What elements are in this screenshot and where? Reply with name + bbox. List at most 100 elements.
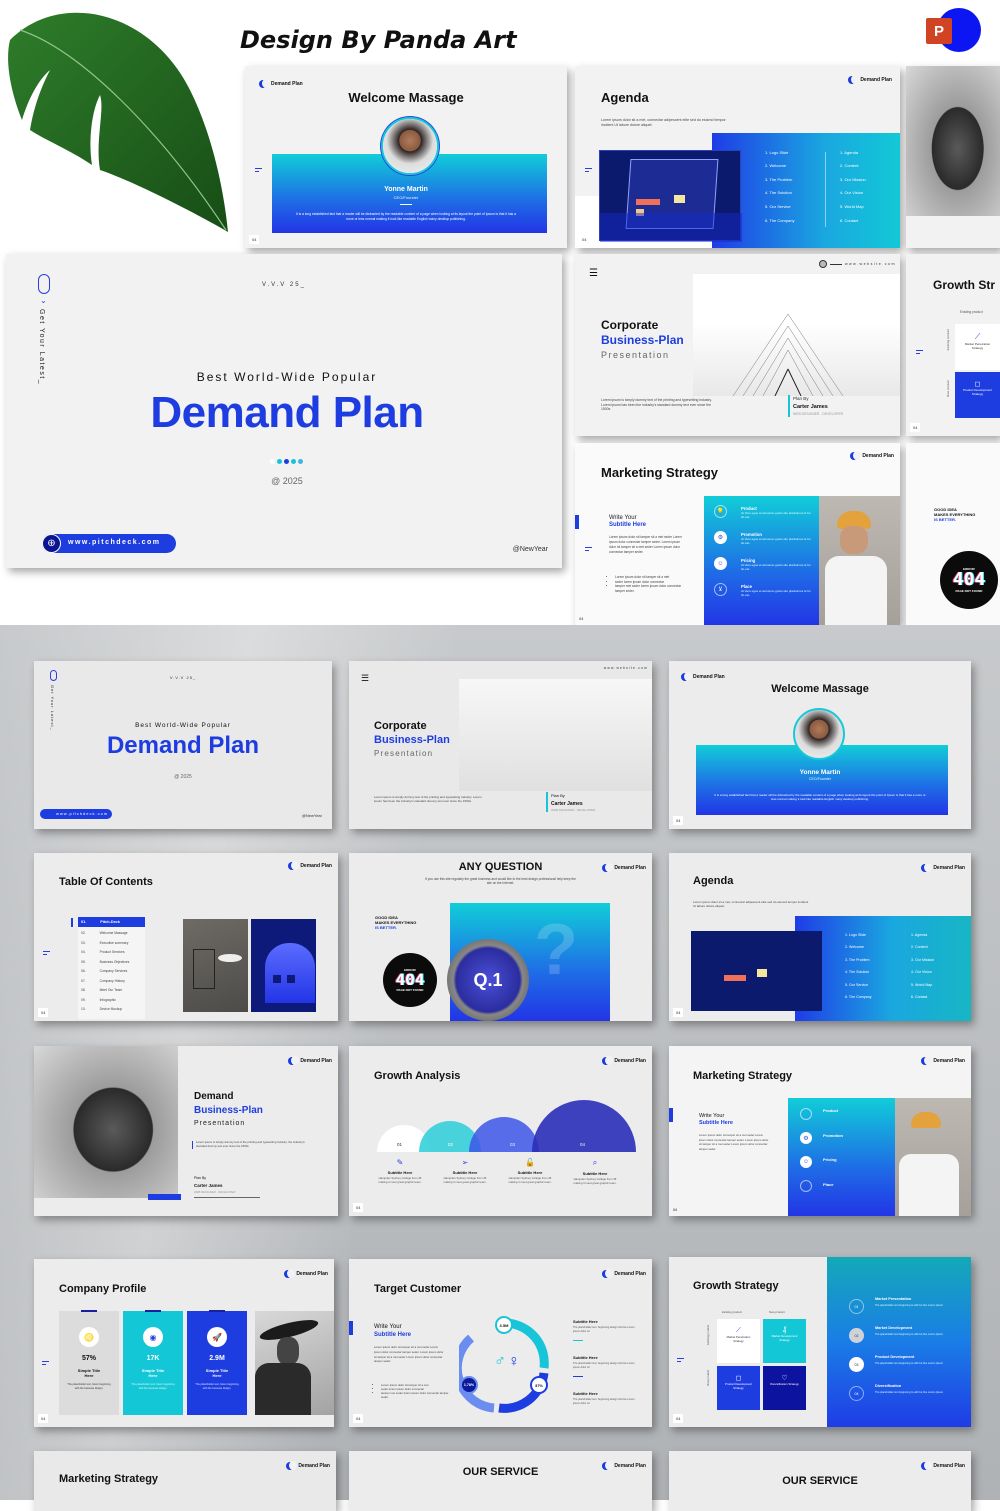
slide-question[interactable]: Demand Plan ANY QUESTION If you use this… — [349, 853, 652, 1021]
author-name: Carter James — [793, 404, 828, 410]
cover-handle: @NewYear — [512, 546, 548, 553]
brand-logo: Demand Plan — [288, 861, 332, 870]
agenda-item[interactable]: 2. Content — [911, 945, 928, 949]
slide-growth-analysis[interactable]: Demand Plan Growth Analysis 01 02 03 04 … — [349, 1046, 652, 1216]
toc-number: 02. — [81, 931, 86, 936]
growth-step: 🔓 Subtitle Here Hampden Sydney College fro… — [499, 1158, 561, 1185]
agenda-item[interactable]: 4. Our Vision — [911, 970, 932, 974]
slide-corporate[interactable]: ☰ www.website.com Corporate Business-Pla… — [575, 254, 900, 436]
author-role: WEB DESIGNER - DEVELOPER — [551, 808, 596, 812]
slide-error-partial[interactable]: GOOD IDEA MAKES EVERYTHING IS BETTER. ERRO… — [906, 443, 1000, 625]
slide-agenda[interactable]: Demand Plan Agenda Lorem ipsum dolor sit… — [575, 66, 900, 248]
hamburger-icon[interactable]: ☰ — [361, 673, 369, 684]
agenda-item[interactable]: 4. The Solution — [845, 970, 869, 974]
slide-demand-business-plan[interactable]: Demand Plan Demand Business-Plan Present… — [34, 1046, 338, 1216]
corporate-line1: Corporate — [374, 720, 427, 732]
slide-marketing-small[interactable]: Demand Plan Marketing Strategy Write You… — [669, 1046, 971, 1216]
agenda-item[interactable]: 2. Welcome — [845, 945, 864, 949]
slide-title: Agenda — [601, 90, 649, 105]
agenda-item[interactable]: 1. Logo Slide — [845, 933, 866, 937]
lock-icon: 🔓 — [525, 1158, 535, 1167]
hamburger-icon[interactable]: ☰ — [589, 268, 598, 279]
website-link[interactable]: www.website.com — [604, 666, 648, 670]
value-bubble: 3.5M — [495, 1316, 513, 1334]
agenda-item[interactable]: 2. Welcome — [765, 163, 786, 168]
slide-service-1[interactable]: Demand Plan OUR SERVICE — [349, 1451, 652, 1511]
toc-item-active[interactable]: 01. Pitch-Deck — [78, 917, 145, 927]
step-number: 04 — [849, 1386, 864, 1401]
agenda-item[interactable]: 6. The Company — [845, 995, 872, 999]
agenda-item[interactable]: 6. The Company — [765, 218, 795, 223]
slide-corporate-small[interactable]: ☰ www.website.com Corporate Business-Pla… — [349, 661, 652, 829]
agenda-text: Lorem ipsum dolor sit a met, connectar a… — [693, 900, 809, 908]
toc-item[interactable]: 03. Executive summary — [78, 938, 145, 948]
agenda-item[interactable]: 1. Agenda — [911, 933, 927, 937]
toc-item[interactable]: 10. Device Mockup — [78, 1005, 145, 1015]
slide-marketing[interactable]: Demand Plan Marketing Strategy Write You… — [575, 443, 900, 625]
mix-item: Place At Vero egos et accusmo gusto sito… — [741, 584, 811, 597]
matrix-cell: ⟋ Market Penetration Strategy — [955, 324, 1000, 370]
agenda-item[interactable]: 3. Our Mission — [840, 177, 866, 182]
agenda-item[interactable]: 3. Our Mission — [911, 958, 934, 962]
slide-title: Company Profile — [59, 1283, 147, 1295]
url-pill[interactable]: www.pitchdeck.com — [40, 809, 112, 819]
agenda-item[interactable]: 5. World Map — [840, 204, 864, 209]
slide-title: Target Customer — [374, 1283, 462, 1295]
agenda-item[interactable]: 3. The Problem — [765, 177, 792, 182]
agenda-item[interactable]: 5. Our Service — [845, 983, 868, 987]
toc-label: Device Mockup — [99, 1007, 123, 1012]
row-label: Existing product — [946, 329, 950, 351]
agenda-item[interactable]: 4. Our Vision — [840, 190, 863, 195]
error-404-badge: ERROR! 404 PAGE NOT FOUND — [940, 551, 998, 609]
slide-welcome-small[interactable]: Demand Plan Welcome Massage Yonne Martin… — [669, 661, 971, 829]
slide-company-profile[interactable]: Demand Plan Company Profile ♌ 57% Simple T… — [34, 1259, 334, 1427]
slide-toc[interactable]: Demand Plan Table Of Contents 01. Pitch-D… — [34, 853, 338, 1021]
toc-number: 06. — [81, 969, 86, 974]
agenda-item[interactable]: 1. Logo Slide — [765, 150, 788, 155]
leaf-decoration — [8, 12, 228, 232]
page-number: 04 — [673, 1008, 684, 1017]
toc-item[interactable]: 06. Company Services — [78, 967, 145, 977]
url-pill[interactable]: ⊕ www.pitchdeck.com — [42, 534, 176, 553]
agenda-item[interactable]: 5. World Map — [911, 983, 932, 987]
subtitle-line2: Subtitle Here — [699, 1120, 733, 1126]
agenda-item[interactable]: 1. Agenda — [840, 150, 858, 155]
agenda-item[interactable]: 6. Contact — [911, 995, 927, 999]
slide-cover-small[interactable]: Get Your Latest_ V.V.V 25_ Best World-Wi… — [34, 661, 332, 829]
slide-service-2[interactable]: Demand Plan OUR SERVICE — [669, 1451, 971, 1511]
toc-item[interactable]: 09. Infographic — [78, 995, 145, 1005]
toc-item[interactable]: 08. Meet Our Team — [78, 986, 145, 996]
target-item: Subtitle Here The placeholder text, begin… — [573, 1319, 641, 1342]
cover-subtitle: Best World-Wide Popular — [196, 370, 378, 384]
toc-item[interactable]: 02. Welcome Massage — [78, 929, 145, 939]
profile-value: 57% — [81, 1355, 96, 1362]
slide-growth-strategy-partial[interactable]: Growth Str Existing product ⟋ Market Pen… — [906, 254, 1000, 436]
slide-cover[interactable]: ⌄ Get Your Latest_ V.V.V 25_ Best World-… — [6, 254, 562, 568]
bullet-list: Lorem ipsum dolor sit tamper sit a met s… — [381, 1383, 449, 1399]
agenda-item[interactable]: 6. Contact — [840, 218, 858, 223]
target-item-title: Subtitle Here — [573, 1391, 598, 1396]
brand-logo: Demand Plan — [921, 1461, 965, 1470]
agenda-item[interactable]: 2. Content — [840, 163, 858, 168]
website-link[interactable]: www.website.com — [818, 260, 896, 268]
agenda-item[interactable]: 4. The Solution — [765, 190, 792, 195]
slide-welcome[interactable]: Demand Plan Welcome Massage Yonne Martin… — [245, 66, 567, 248]
briefcase-icon: ◻ — [974, 381, 981, 388]
slide-marketing-bottom[interactable]: Demand Plan Marketing Strategy — [34, 1451, 336, 1511]
step-text: The placeholder text beginning to with b… — [875, 1391, 944, 1394]
toc-item[interactable]: 04. Product Services — [78, 948, 145, 958]
brand-logo: Demand Plan — [259, 79, 303, 88]
toc-item[interactable]: 07. Company History — [78, 976, 145, 986]
version-label: V.V.V 25_ — [169, 675, 197, 680]
toc-item[interactable]: 05. Business Objectives — [78, 957, 145, 967]
slide-target-customer[interactable]: Demand Plan Target Customer Write Your S… — [349, 1259, 652, 1427]
slide-growth-strategy[interactable]: Growth Strategy Existing product New pro… — [669, 1257, 971, 1427]
menu-lines-icon — [677, 1358, 684, 1364]
brand-logo: Demand Plan — [284, 1269, 328, 1278]
slide-portrait-partial[interactable] — [906, 66, 1000, 248]
slide-agenda-small[interactable]: Demand Plan Agenda Lorem ipsum dolor sit… — [669, 853, 971, 1021]
moon-icon — [681, 672, 692, 681]
agenda-item[interactable]: 3. The Problem — [845, 958, 870, 962]
person-role: CEO/Founder — [808, 777, 832, 781]
agenda-item[interactable]: 5. Our Service — [765, 204, 791, 209]
